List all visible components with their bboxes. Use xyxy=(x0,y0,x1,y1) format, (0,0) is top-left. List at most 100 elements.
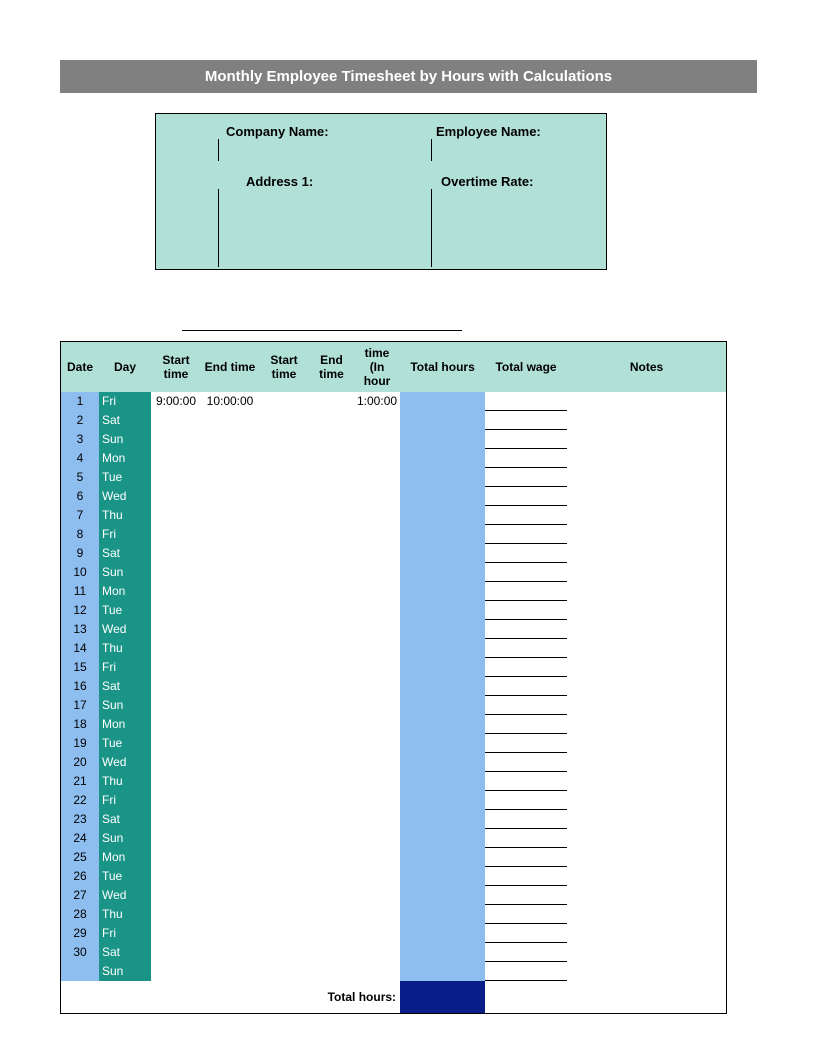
cell-date[interactable]: 6 xyxy=(61,487,99,506)
cell-end-time-1[interactable] xyxy=(201,734,259,753)
cell-notes[interactable] xyxy=(567,753,726,772)
cell-end-time-1[interactable] xyxy=(201,772,259,791)
cell-end-time-1[interactable] xyxy=(201,639,259,658)
cell-start-time-1[interactable] xyxy=(151,810,201,829)
cell-total-wage[interactable] xyxy=(485,696,567,715)
cell-notes[interactable] xyxy=(567,487,726,506)
cell-notes[interactable] xyxy=(567,905,726,924)
cell-end-time-1[interactable] xyxy=(201,620,259,639)
cell-end-time-2[interactable] xyxy=(309,848,354,867)
cell-total-wage[interactable] xyxy=(485,525,567,544)
cell-total-hours[interactable] xyxy=(400,696,485,715)
cell-total-wage[interactable] xyxy=(485,943,567,962)
cell-total-wage[interactable] xyxy=(485,468,567,487)
cell-start-time-1[interactable] xyxy=(151,563,201,582)
cell-total-hours[interactable] xyxy=(400,658,485,677)
cell-date[interactable]: 23 xyxy=(61,810,99,829)
cell-end-time-1[interactable] xyxy=(201,601,259,620)
cell-total-wage[interactable] xyxy=(485,791,567,810)
cell-time-in-hour[interactable] xyxy=(354,943,400,962)
cell-time-in-hour[interactable] xyxy=(354,715,400,734)
cell-start-time-1[interactable] xyxy=(151,696,201,715)
cell-time-in-hour[interactable] xyxy=(354,810,400,829)
cell-end-time-2[interactable] xyxy=(309,810,354,829)
cell-date[interactable]: 12 xyxy=(61,601,99,620)
cell-notes[interactable] xyxy=(567,506,726,525)
cell-total-wage[interactable] xyxy=(485,962,567,981)
cell-date[interactable]: 28 xyxy=(61,905,99,924)
cell-day[interactable]: Sat xyxy=(99,943,151,962)
cell-day[interactable]: Sun xyxy=(99,962,151,981)
cell-total-wage[interactable] xyxy=(485,620,567,639)
cell-end-time-2[interactable] xyxy=(309,411,354,430)
cell-start-time-2[interactable] xyxy=(259,677,309,696)
cell-notes[interactable] xyxy=(567,449,726,468)
cell-start-time-1[interactable] xyxy=(151,753,201,772)
cell-time-in-hour[interactable] xyxy=(354,848,400,867)
cell-end-time-1[interactable] xyxy=(201,905,259,924)
cell-date[interactable] xyxy=(61,962,99,981)
cell-start-time-2[interactable] xyxy=(259,430,309,449)
cell-start-time-2[interactable] xyxy=(259,962,309,981)
cell-time-in-hour[interactable] xyxy=(354,582,400,601)
cell-day[interactable]: Tue xyxy=(99,734,151,753)
cell-end-time-1[interactable] xyxy=(201,582,259,601)
cell-end-time-2[interactable] xyxy=(309,753,354,772)
cell-start-time-1[interactable] xyxy=(151,582,201,601)
cell-notes[interactable] xyxy=(567,867,726,886)
cell-total-wage[interactable] xyxy=(485,582,567,601)
cell-total-wage[interactable] xyxy=(485,487,567,506)
cell-total-wage[interactable] xyxy=(485,658,567,677)
cell-notes[interactable] xyxy=(567,848,726,867)
cell-time-in-hour[interactable] xyxy=(354,544,400,563)
cell-time-in-hour[interactable] xyxy=(354,696,400,715)
cell-end-time-1[interactable] xyxy=(201,886,259,905)
cell-end-time-2[interactable] xyxy=(309,544,354,563)
cell-time-in-hour[interactable] xyxy=(354,924,400,943)
cell-day[interactable]: Tue xyxy=(99,468,151,487)
cell-notes[interactable] xyxy=(567,430,726,449)
cell-start-time-1[interactable] xyxy=(151,829,201,848)
cell-date[interactable]: 7 xyxy=(61,506,99,525)
cell-start-time-2[interactable] xyxy=(259,715,309,734)
cell-total-hours[interactable] xyxy=(400,848,485,867)
cell-day[interactable]: Sat xyxy=(99,677,151,696)
cell-notes[interactable] xyxy=(567,791,726,810)
cell-start-time-1[interactable] xyxy=(151,411,201,430)
cell-time-in-hour[interactable] xyxy=(354,525,400,544)
cell-time-in-hour[interactable] xyxy=(354,430,400,449)
cell-notes[interactable] xyxy=(567,962,726,981)
cell-notes[interactable] xyxy=(567,468,726,487)
cell-start-time-1[interactable] xyxy=(151,848,201,867)
cell-total-hours[interactable] xyxy=(400,525,485,544)
cell-day[interactable]: Fri xyxy=(99,924,151,943)
cell-start-time-1[interactable] xyxy=(151,924,201,943)
cell-date[interactable]: 15 xyxy=(61,658,99,677)
cell-end-time-2[interactable] xyxy=(309,430,354,449)
cell-end-time-2[interactable] xyxy=(309,392,354,411)
cell-end-time-2[interactable] xyxy=(309,791,354,810)
cell-end-time-1[interactable] xyxy=(201,696,259,715)
cell-total-wage[interactable] xyxy=(485,753,567,772)
cell-end-time-2[interactable] xyxy=(309,677,354,696)
cell-total-wage[interactable] xyxy=(485,715,567,734)
cell-start-time-1[interactable] xyxy=(151,867,201,886)
cell-start-time-1[interactable] xyxy=(151,487,201,506)
cell-start-time-1[interactable] xyxy=(151,715,201,734)
cell-day[interactable]: Mon xyxy=(99,848,151,867)
cell-date[interactable]: 29 xyxy=(61,924,99,943)
cell-notes[interactable] xyxy=(567,601,726,620)
cell-day[interactable]: Sun xyxy=(99,430,151,449)
cell-total-wage[interactable] xyxy=(485,886,567,905)
cell-start-time-2[interactable] xyxy=(259,943,309,962)
cell-day[interactable]: Mon xyxy=(99,715,151,734)
cell-time-in-hour[interactable] xyxy=(354,886,400,905)
cell-start-time-2[interactable] xyxy=(259,734,309,753)
cell-date[interactable]: 1 xyxy=(61,392,99,411)
cell-start-time-1[interactable] xyxy=(151,772,201,791)
cell-day[interactable]: Fri xyxy=(99,791,151,810)
cell-day[interactable]: Sun xyxy=(99,563,151,582)
cell-total-wage[interactable] xyxy=(485,392,567,411)
cell-day[interactable]: Wed xyxy=(99,620,151,639)
cell-total-wage[interactable] xyxy=(485,810,567,829)
